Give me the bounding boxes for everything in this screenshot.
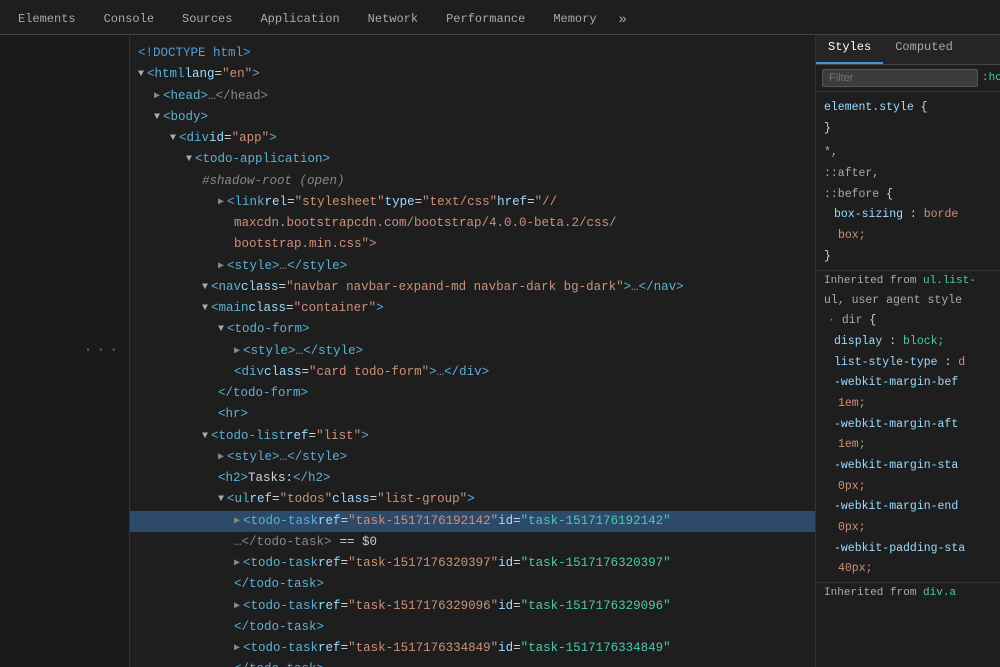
triangle-todo-list[interactable]: ▼ <box>202 428 208 445</box>
html-line-div-app[interactable]: ▼ <div id="app" > <box>130 128 815 149</box>
triangle-task3[interactable]: ▶ <box>234 598 240 615</box>
triangle-task4[interactable]: ▶ <box>234 640 240 657</box>
html-line-task1[interactable]: ▶ <todo-task ref="task-1517176192142" id… <box>130 511 815 532</box>
html-line-task3[interactable]: ▶ <todo-task ref="task-1517176329096" id… <box>130 596 815 617</box>
tab-elements[interactable]: Elements <box>4 6 90 34</box>
html-line-body[interactable]: ▼ <body> <box>130 107 815 128</box>
html-line-link-url1: maxcdn.bootstrapcdn.com/bootstrap/4.0.0-… <box>130 213 815 234</box>
styles-panel: Styles Computed :hov element.style { } *… <box>815 35 1000 667</box>
triangle-body[interactable]: ▼ <box>154 109 160 126</box>
html-line-task2-close: </todo-task> <box>130 574 815 595</box>
html-line-todo-application[interactable]: ▼ <todo-application> <box>130 149 815 170</box>
tab-computed[interactable]: Computed <box>883 35 965 64</box>
triangle-ul[interactable]: ▼ <box>218 491 224 508</box>
gutter-dots: ··· <box>83 341 121 361</box>
element-style-block: element.style { } <box>816 96 1000 141</box>
html-line-nav[interactable]: ▼ <nav class="navbar navbar-expand-md na… <box>130 277 815 298</box>
html-line-todo-list[interactable]: ▼ <todo-list ref="list" > <box>130 426 815 447</box>
html-line-style1[interactable]: ▶ <style> … </style> <box>130 256 815 277</box>
triangle-todo-form[interactable]: ▼ <box>218 321 224 338</box>
devtools-body: ··· <!DOCTYPE html> ▼ <html lang="en" > … <box>0 35 1000 667</box>
html-line-div-card[interactable]: <div class="card todo-form" > … </div> <box>130 362 815 383</box>
html-line-shadow-root: #shadow-root (open) <box>130 171 815 192</box>
html-line-ul[interactable]: ▼ <ul ref="todos" class="list-group" > <box>130 489 815 510</box>
tab-memory[interactable]: Memory <box>539 6 610 34</box>
html-line-style2[interactable]: ▶ <style> … </style> <box>130 341 815 362</box>
html-line-doctype: <!DOCTYPE html> <box>130 43 815 64</box>
triangle-style2[interactable]: ▶ <box>234 343 240 360</box>
html-line-main[interactable]: ▼ <main class="container" > <box>130 298 815 319</box>
html-line-close-todo-form: </todo-form> <box>130 383 815 404</box>
triangle-style1[interactable]: ▶ <box>218 258 224 275</box>
html-line-h2: <h2> Tasks: </h2> <box>130 468 815 489</box>
triangle-todo-app[interactable]: ▼ <box>186 151 192 168</box>
html-line-head[interactable]: ▶ <head> …</head> <box>130 86 815 107</box>
inherited-from-header1: Inherited from ul.list- <box>816 270 1000 289</box>
html-line-html[interactable]: ▼ <html lang="en" > <box>130 64 815 85</box>
tab-sources[interactable]: Sources <box>168 6 246 34</box>
html-line-task1-close: …</todo-task> == $0 <box>130 532 815 553</box>
html-line-task3-close: </todo-task> <box>130 617 815 638</box>
inherited-from-header2: Inherited from div.a <box>816 582 1000 601</box>
tab-application[interactable]: Application <box>246 6 353 34</box>
triangle-nav[interactable]: ▼ <box>202 279 208 296</box>
triangle-task1[interactable]: ▶ <box>234 513 240 530</box>
html-line-style3[interactable]: ▶ <style> … </style> <box>130 447 815 468</box>
html-line-link-url2: bootstrap.min.css"> <box>130 234 815 255</box>
html-line-task2[interactable]: ▶ <todo-task ref="task-1517176320397" id… <box>130 553 815 574</box>
html-line-link[interactable]: ▶ <link rel="stylesheet" type="text/css"… <box>130 192 815 213</box>
left-gutter: ··· <box>0 35 130 667</box>
triangle-link[interactable]: ▶ <box>218 194 224 211</box>
styles-content[interactable]: element.style { } *, ::after, ::before {… <box>816 92 1000 667</box>
tab-more-button[interactable]: » <box>611 6 635 34</box>
ul-inherited-block: ul, user agent style · dir { display : b… <box>816 289 1000 583</box>
triangle-style3[interactable]: ▶ <box>218 449 224 466</box>
tab-styles[interactable]: Styles <box>816 35 883 64</box>
html-line-hr: <hr> <box>130 404 815 425</box>
triangle-div-app[interactable]: ▼ <box>170 130 176 147</box>
styles-filter-bar: :hov <box>816 65 1000 92</box>
html-line-todo-form[interactable]: ▼ <todo-form> <box>130 319 815 340</box>
html-line-task4-close: </todo-task> <box>130 659 815 667</box>
styles-tab-bar: Styles Computed <box>816 35 1000 65</box>
elements-panel[interactable]: <!DOCTYPE html> ▼ <html lang="en" > ▶ <h… <box>130 35 815 667</box>
devtools-tab-bar: Elements Console Sources Application Net… <box>0 0 1000 35</box>
tab-network[interactable]: Network <box>354 6 432 34</box>
filter-hov-button[interactable]: :hov <box>982 72 1000 84</box>
triangle-head[interactable]: ▶ <box>154 88 160 105</box>
html-line-task4[interactable]: ▶ <todo-task ref="task-1517176334849" id… <box>130 638 815 659</box>
star-rule-block: *, ::after, ::before { box-sizing : bord… <box>816 141 1000 269</box>
triangle-html[interactable]: ▼ <box>138 66 144 83</box>
tab-console[interactable]: Console <box>90 6 168 34</box>
tab-performance[interactable]: Performance <box>432 6 539 34</box>
triangle-main[interactable]: ▼ <box>202 300 208 317</box>
triangle-task2[interactable]: ▶ <box>234 555 240 572</box>
styles-filter-input[interactable] <box>822 69 978 87</box>
